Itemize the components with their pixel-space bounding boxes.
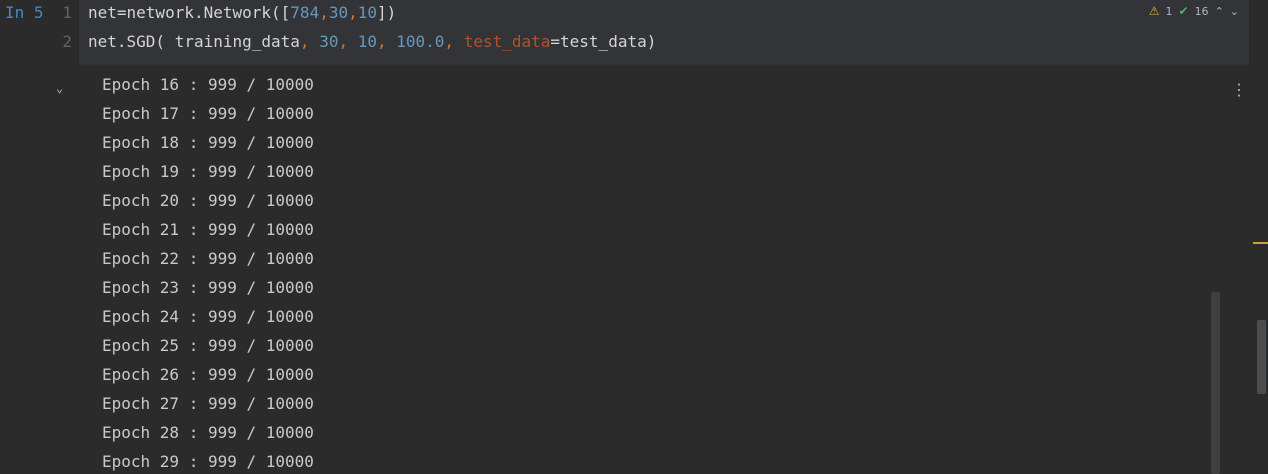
output-scrollbar[interactable]	[1211, 292, 1220, 474]
code-separator: ,	[319, 3, 329, 22]
output-line: Epoch 21 : 999 / 10000	[102, 220, 314, 239]
line-number-1: 1	[62, 3, 72, 22]
code-separator: ,	[444, 32, 464, 51]
code-separator: ,	[338, 32, 358, 51]
code-separator: ,	[348, 3, 358, 22]
code-separator: ,	[299, 32, 320, 51]
code-text: net=network.Network([	[88, 3, 291, 22]
cell-output: Epoch 16 : 999 / 10000 Epoch 17 : 999 / 1…	[102, 70, 1202, 474]
line-number-2: 2	[62, 32, 72, 51]
code-text: =test_data)	[550, 32, 657, 51]
code-number: 10	[357, 3, 378, 22]
output-line: Epoch 19 : 999 / 10000	[102, 162, 314, 181]
warning-count: 1	[1165, 4, 1173, 18]
warning-triangle-icon: ⚠	[1148, 4, 1160, 18]
output-line: Epoch 25 : 999 / 10000	[102, 336, 314, 355]
code-number: 30	[319, 32, 339, 51]
output-line: Epoch 29 : 999 / 10000	[102, 452, 314, 471]
output-line: Epoch 16 : 999 / 10000	[102, 75, 314, 94]
code-param-name: test_data	[463, 32, 551, 51]
code-number: 30	[328, 3, 349, 22]
output-line: Epoch 27 : 999 / 10000	[102, 394, 314, 413]
output-line: Epoch 23 : 999 / 10000	[102, 278, 314, 297]
output-line: Epoch 28 : 999 / 10000	[102, 423, 314, 442]
code-text: ])	[377, 3, 397, 22]
output-line: Epoch 20 : 999 / 10000	[102, 191, 314, 210]
output-line: Epoch 17 : 999 / 10000	[102, 104, 314, 123]
code-cell-editor[interactable]: net=network.Network([784,30,10]) net.SGD…	[79, 0, 1249, 65]
code-text: net.SGD( training_data	[88, 32, 300, 51]
output-line: Epoch 26 : 999 / 10000	[102, 365, 314, 384]
code-number: 784	[290, 3, 320, 22]
output-line: Epoch 22 : 999 / 10000	[102, 249, 314, 268]
output-line: Epoch 24 : 999 / 10000	[102, 307, 314, 326]
code-line-1[interactable]: net=network.Network([784,30,10])	[88, 3, 396, 22]
code-separator: ,	[376, 32, 397, 51]
code-number: 10	[357, 32, 377, 51]
check-icon: ✔	[1178, 4, 1189, 18]
ok-count: 16	[1194, 4, 1209, 18]
warning-marker[interactable]	[1253, 242, 1268, 244]
output-line: Epoch 18 : 999 / 10000	[102, 133, 314, 152]
more-options-icon[interactable]: ⋮	[1231, 82, 1247, 98]
cell-execution-label: In 5	[5, 3, 44, 22]
editor-scrollbar[interactable]	[1257, 320, 1266, 394]
code-line-2[interactable]: net.SGD( training_data, 30, 10, 100.0, t…	[88, 32, 656, 51]
previous-highlight-icon[interactable]: ⌃	[1215, 5, 1224, 18]
inspection-widget[interactable]: ⚠ 1 ✔ 16 ⌃ ⌄	[1149, 4, 1239, 18]
next-highlight-icon[interactable]: ⌄	[1230, 5, 1239, 18]
collapse-output-chevron-icon[interactable]: ⌄	[56, 81, 63, 95]
code-number: 100.0	[396, 32, 445, 51]
